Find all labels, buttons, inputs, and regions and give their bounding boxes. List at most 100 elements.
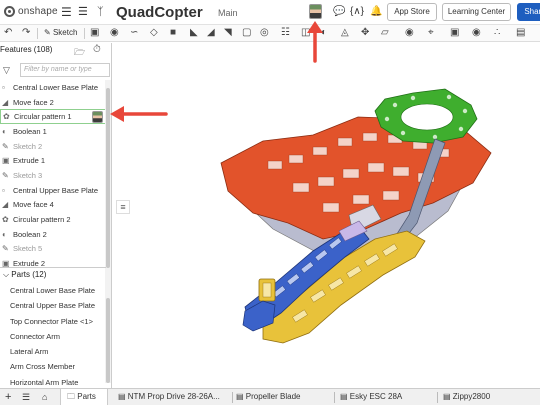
feature-item[interactable]: ▣ Extrude 1 [0,153,106,168]
onshape-logo[interactable]: onshape [4,6,58,17]
feature-item[interactable]: ✎ Sketch 3 [0,168,106,183]
feature-item[interactable]: ◢ Move face 2 [0,95,106,110]
onshape-app: onshape ☰ ☰ ᛉ QuadCopter Main 💬 {∧} 🔔 Ap… [0,0,540,405]
feature-item[interactable]: ✎ Sketch 5 [0,242,106,257]
chamfer-icon[interactable]: ◢ [207,27,215,39]
tab-parts[interactable]: 🗀 Parts [60,389,108,405]
part-item[interactable]: Top Connector Plate <1> [0,314,106,329]
feature-list-panel: Features (108) 🗁 ⏱ ▽ Filter by name or t… [0,43,112,388]
section-icon[interactable]: ▣ [450,27,459,39]
assembly-icon: ▤ [118,392,128,401]
sketch-label: Sketch [52,28,78,37]
features-title: Features (108) [0,45,53,54]
tab-esky-esc[interactable]: ▤ Esky ESC 28A [340,389,435,405]
part-item[interactable]: Arm Cross Member [0,359,106,374]
menu-icon[interactable]: ☰ [61,5,72,19]
part-item[interactable]: Central Lower Base Plate [0,283,106,298]
sketch-icon: ✎ [2,170,9,180]
add-tab-icon[interactable]: + [5,389,11,405]
tab-divider [232,392,233,403]
thicken-icon[interactable]: ■ [170,27,176,39]
quadcopter-model[interactable] [113,43,540,388]
feature-item[interactable]: ◢ Move face 4 [0,198,106,213]
sweep-icon[interactable]: ∽ [130,27,138,39]
toolbar-divider [37,28,38,39]
app-store-button[interactable]: App Store [387,3,437,21]
parts-header[interactable]: ⌵ Parts (12) [3,270,46,280]
measure-icon[interactable]: ⌖ [428,27,434,39]
home-icon[interactable]: ⌂ [42,389,47,405]
mate-icon[interactable]: ◉ [405,27,414,39]
revolve-icon[interactable]: ◉ [110,27,119,39]
part-studio-icon: ▤ [236,392,246,401]
part-icon: ▫ [2,185,5,195]
onshape-logo-icon [4,6,15,17]
parts-title: Parts (12) [11,270,47,279]
draft-icon[interactable]: ◥ [224,27,232,39]
annotation-arrow-feature [110,106,168,122]
feature-item[interactable]: ▫ Central Lower Base Plate [0,80,106,95]
rollback-timer-icon[interactable]: ⏱ [93,44,101,55]
loft-icon[interactable]: ◇ [150,27,158,39]
collapse-panel-icon[interactable]: ≡ [116,200,130,214]
graphics-viewport[interactable] [113,43,540,388]
fillet-icon[interactable]: ◣ [190,27,198,39]
graph-icon[interactable]: ∴ [494,27,500,39]
feature-item[interactable]: ▣ Extrude 2 [0,256,106,271]
learning-center-button[interactable]: Learning Center [442,3,511,21]
pattern-icon[interactable]: ☷ [281,27,290,39]
tab-zippy2800[interactable]: ▤ Zippy2800 [443,389,533,405]
parts-scroll-thumb[interactable] [106,298,110,383]
feature-item[interactable]: ✿ Circular pattern 2 [0,212,106,227]
part-icon: ▫ [2,82,5,92]
user-avatar-small [92,111,103,124]
tab-ntm-prop-drive[interactable]: ▤ NTM Prop Drive 28-26A... [118,389,230,405]
user-avatar[interactable] [309,4,322,19]
split-icon[interactable]: ◬ [341,27,349,39]
tab-propeller-blade[interactable]: ▤ Propeller Blade [236,389,331,405]
feature-item[interactable]: ◐ Boolean 1 [0,124,106,139]
toolbar-divider [84,28,85,39]
view-icon[interactable]: ◉ [472,27,481,39]
bell-icon[interactable]: 🔔 [370,5,382,19]
filter-input[interactable]: Filter by name or type [20,63,110,77]
redo-icon[interactable]: ↷ [22,27,30,39]
branch-label[interactable]: Main [218,8,238,18]
bottom-tab-bar: + ☰ ⌂ 🗀 Parts ▤ NTM Prop Drive 28-26A...… [0,388,540,405]
share-button[interactable]: Share [517,3,540,21]
feature-item-selected[interactable]: ✿ Circular pattern 1 [0,109,106,125]
feature-item[interactable]: ◐ Boolean 2 [0,227,106,242]
sketch-button[interactable]: ✎ Sketch [44,27,77,39]
tab-list-icon[interactable]: ☰ [22,389,30,405]
part-item[interactable]: Lateral Arm [0,344,106,359]
features-header: Features (108) [0,45,52,54]
part-item[interactable]: Central Upper Base Plate [0,298,106,313]
shell-icon[interactable]: ▢ [242,27,251,39]
sketch-icon: ✎ [2,141,9,151]
transform-icon[interactable]: ✥ [361,27,369,39]
feature-list: ▫ Central Lower Base Plate ◢ Move face 2 ✿… [0,80,106,271]
document-title[interactable]: QuadCopter [116,4,203,21]
branch-icon[interactable]: ᛉ [97,5,104,19]
chat-icon[interactable]: 💬 [333,5,345,19]
code-icon[interactable]: {∧} [350,5,364,19]
logo-text: onshape [18,6,58,17]
tasks-icon[interactable]: ☰ [78,5,88,19]
motor-mount-inner [262,282,272,298]
part-studio-icon: ▤ [340,392,350,401]
extrude-icon[interactable]: ▣ [90,27,99,39]
part-item[interactable]: Connector Arm [0,329,106,344]
move-face-icon: ◢ [2,97,9,107]
feature-item[interactable]: ▫ Central Upper Base Plate [0,183,106,198]
folder-add-icon[interactable]: 🗁 [74,45,85,61]
undo-icon[interactable]: ↶ [4,27,12,39]
more-icon[interactable]: ▤ [516,27,525,39]
annotation-arrow-avatar [307,21,323,63]
plane-icon[interactable]: ▱ [381,27,389,39]
filter-icon[interactable]: ▽ [3,65,10,76]
hole-icon[interactable]: ◎ [260,27,269,39]
feature-item[interactable]: ✎ Sketch 2 [0,139,106,154]
move-face-icon: ◢ [2,200,9,210]
sketch-icon: ✎ [44,28,53,37]
parts-divider[interactable] [0,267,106,268]
